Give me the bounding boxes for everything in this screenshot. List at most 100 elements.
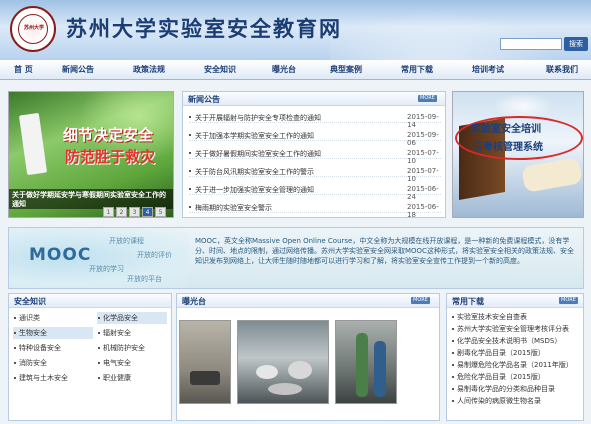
knowledge-item[interactable]: 化学品安全 xyxy=(97,312,167,324)
knowledge-item-label[interactable]: 职业健康 xyxy=(103,374,131,382)
news-item[interactable]: 梅雨期的实验室安全警示 2015-06-18 xyxy=(189,201,441,219)
exposure-photo[interactable] xyxy=(179,320,231,404)
knowledge-item[interactable]: 建筑与土木安全 xyxy=(13,372,93,384)
photo-object xyxy=(356,333,368,397)
knowledge-item-label[interactable]: 生物安全 xyxy=(19,329,47,337)
photo-object xyxy=(288,361,312,379)
knowledge-item-label[interactable]: 化学品安全 xyxy=(103,314,138,322)
news-item[interactable]: 关于加强本学期实验室安全工作的通知 2015-09-06 xyxy=(189,129,441,147)
downloads-more-button[interactable]: MORE xyxy=(559,297,578,304)
news-item-title[interactable]: 梅雨期的实验室安全警示 xyxy=(195,203,272,213)
scroll-image xyxy=(521,157,583,193)
exposure-photo[interactable] xyxy=(237,320,329,404)
download-item-label[interactable]: 剧毒化学品目录（2015版） xyxy=(457,349,545,357)
nav-contact[interactable]: 联系我们 xyxy=(546,60,578,80)
slide-pager-1[interactable]: 1 xyxy=(103,207,114,217)
download-item-label[interactable]: 实验室技术安全自查表 xyxy=(457,313,527,321)
download-item[interactable]: 危险化学品目录（2015版） xyxy=(451,372,545,383)
knowledge-item-label[interactable]: 消防安全 xyxy=(19,359,47,367)
knowledge-item[interactable]: 消防安全 xyxy=(13,357,93,369)
training-system-banner[interactable]: 实验室安全培训 与考核管理系统 xyxy=(452,91,584,218)
university-logo[interactable]: 苏州大学 xyxy=(10,6,56,52)
mooc-banner[interactable]: MOOC 开放的课程 开放的评价 开放的学习 开放的平台 MOOC，英文全称Ma… xyxy=(8,227,584,289)
banner-test-strip-image xyxy=(18,112,48,176)
download-item[interactable]: 剧毒化学品目录（2015版） xyxy=(451,348,545,359)
bullet-icon xyxy=(14,377,16,379)
news-item[interactable]: 关于防台风汛期实验室安全工作的警示 2015-07-10 xyxy=(189,165,441,183)
banner-slogan-1: 细节决定安全 xyxy=(63,126,154,144)
knowledge-item[interactable]: 特种设备安全 xyxy=(13,342,93,354)
banner-slogan-2: 防范胜于救灾 xyxy=(65,148,156,166)
knowledge-item-label[interactable]: 电气安全 xyxy=(103,359,131,367)
bullet-icon xyxy=(189,152,191,154)
nav-downloads[interactable]: 常用下载 xyxy=(401,60,433,80)
knowledge-header: 安全知识 xyxy=(9,294,171,308)
nav-knowledge[interactable]: 安全知识 xyxy=(204,60,236,80)
bullet-icon xyxy=(452,364,454,366)
news-item[interactable]: 关于进一步加强实验室安全管理的通知 2015-06-24 xyxy=(189,183,441,201)
news-item-title[interactable]: 关于防台风汛期实验室安全工作的警示 xyxy=(195,167,314,177)
logo-text: 苏州大学 xyxy=(23,25,44,31)
exposure-more-button[interactable]: MORE xyxy=(411,297,430,304)
knowledge-item-label[interactable]: 辐射安全 xyxy=(103,329,131,337)
knowledge-item[interactable]: 生物安全 xyxy=(13,327,93,339)
download-item[interactable]: 人间传染的病原微生物名录 xyxy=(451,396,541,407)
news-item-title[interactable]: 关于加强本学期实验室安全工作的通知 xyxy=(195,131,314,141)
knowledge-item[interactable]: 电气安全 xyxy=(97,357,167,369)
news-item-title[interactable]: 关于开展辐射与防护安全专项检查的通知 xyxy=(195,113,321,123)
news-item-title[interactable]: 关于进一步加强实验室安全管理的通知 xyxy=(195,185,314,195)
slide-pager-3[interactable]: 3 xyxy=(129,207,140,217)
knowledge-item[interactable]: 通识类 xyxy=(13,312,93,324)
knowledge-item-label[interactable]: 通识类 xyxy=(19,314,40,322)
downloads-title: 常用下载 xyxy=(452,297,484,306)
slide-caption-link[interactable]: 关于做好学期延安学与寒假期间实验室安全工作的通知 xyxy=(9,189,173,209)
bullet-icon xyxy=(189,188,191,190)
nav-training[interactable]: 培训考试 xyxy=(472,60,504,80)
header-decoration xyxy=(330,0,591,60)
slide-pager-4[interactable]: 4 xyxy=(142,207,153,217)
bullet-icon xyxy=(14,347,16,349)
slide-pager-2[interactable]: 2 xyxy=(116,207,127,217)
bullet-icon xyxy=(452,400,454,402)
mooc-tag: 开放的评价 xyxy=(137,251,172,259)
news-item-date: 2015-09-06 xyxy=(407,131,439,147)
download-item[interactable]: 苏州大学实验室安全管理考核评分表 xyxy=(451,324,569,335)
search-input[interactable] xyxy=(500,38,562,50)
news-item-title[interactable]: 关于做好暑假期间实验室安全工作的通知 xyxy=(195,149,321,159)
knowledge-item[interactable]: 职业健康 xyxy=(97,372,167,384)
logo-seal: 苏州大学 xyxy=(18,14,48,44)
news-more-button[interactable]: MORE xyxy=(418,95,437,102)
download-item-label[interactable]: 危险化学品目录（2015版） xyxy=(457,373,545,381)
knowledge-item-label[interactable]: 机械防护安全 xyxy=(103,344,145,352)
slide-pager-5[interactable]: 5 xyxy=(155,207,166,217)
nav-exposure[interactable]: 曝光台 xyxy=(272,60,296,80)
download-item-label[interactable]: 苏州大学实验室安全管理考核评分表 xyxy=(457,325,569,333)
download-item[interactable]: 易制毒化学品的分类和品种目录 xyxy=(451,384,555,395)
knowledge-item[interactable]: 辐射安全 xyxy=(97,327,167,339)
download-item-label[interactable]: 易制毒化学品的分类和品种目录 xyxy=(457,385,555,393)
news-item[interactable]: 关于开展辐射与防护安全专项检查的通知 2015-09-14 xyxy=(189,111,441,129)
nav-policy[interactable]: 政策法规 xyxy=(133,60,165,80)
knowledge-item[interactable]: 机械防护安全 xyxy=(97,342,167,354)
bullet-icon xyxy=(452,352,454,354)
exposure-photo[interactable] xyxy=(335,320,397,404)
nav-cases[interactable]: 典型案例 xyxy=(330,60,362,80)
nav-news[interactable]: 新闻公告 xyxy=(62,60,94,80)
knowledge-item-label[interactable]: 建筑与土木安全 xyxy=(19,374,68,382)
download-item[interactable]: 易制爆危险化学品名录（2011年版） xyxy=(451,360,573,371)
downloads-panel: 常用下载 MORE 实验室技术安全自查表 苏州大学实验室安全管理考核评分表 化学… xyxy=(446,293,584,421)
slideshow-banner[interactable]: 细节决定安全 防范胜于救灾 关于做好学期延安学与寒假期间实验室安全工作的通知 1… xyxy=(8,91,174,218)
news-item[interactable]: 关于做好暑假期间实验室安全工作的通知 2015-07-10 xyxy=(189,147,441,165)
download-item-label[interactable]: 易制爆危险化学品名录（2011年版） xyxy=(457,361,573,369)
knowledge-item-label[interactable]: 特种设备安全 xyxy=(19,344,61,352)
download-item[interactable]: 实验室技术安全自查表 xyxy=(451,312,527,323)
bullet-icon xyxy=(98,362,100,364)
nav-home[interactable]: 首 页 xyxy=(14,60,33,80)
news-item-date: 2015-06-24 xyxy=(407,185,439,201)
download-item-label[interactable]: 化学品安全技术说明书（MSDS） xyxy=(457,337,561,345)
bullet-icon xyxy=(98,377,100,379)
exposure-panel: 曝光台 MORE xyxy=(176,293,440,421)
download-item-label[interactable]: 人间传染的病原微生物名录 xyxy=(457,397,541,405)
search-button[interactable]: 搜索 xyxy=(564,37,588,51)
download-item[interactable]: 化学品安全技术说明书（MSDS） xyxy=(451,336,561,347)
